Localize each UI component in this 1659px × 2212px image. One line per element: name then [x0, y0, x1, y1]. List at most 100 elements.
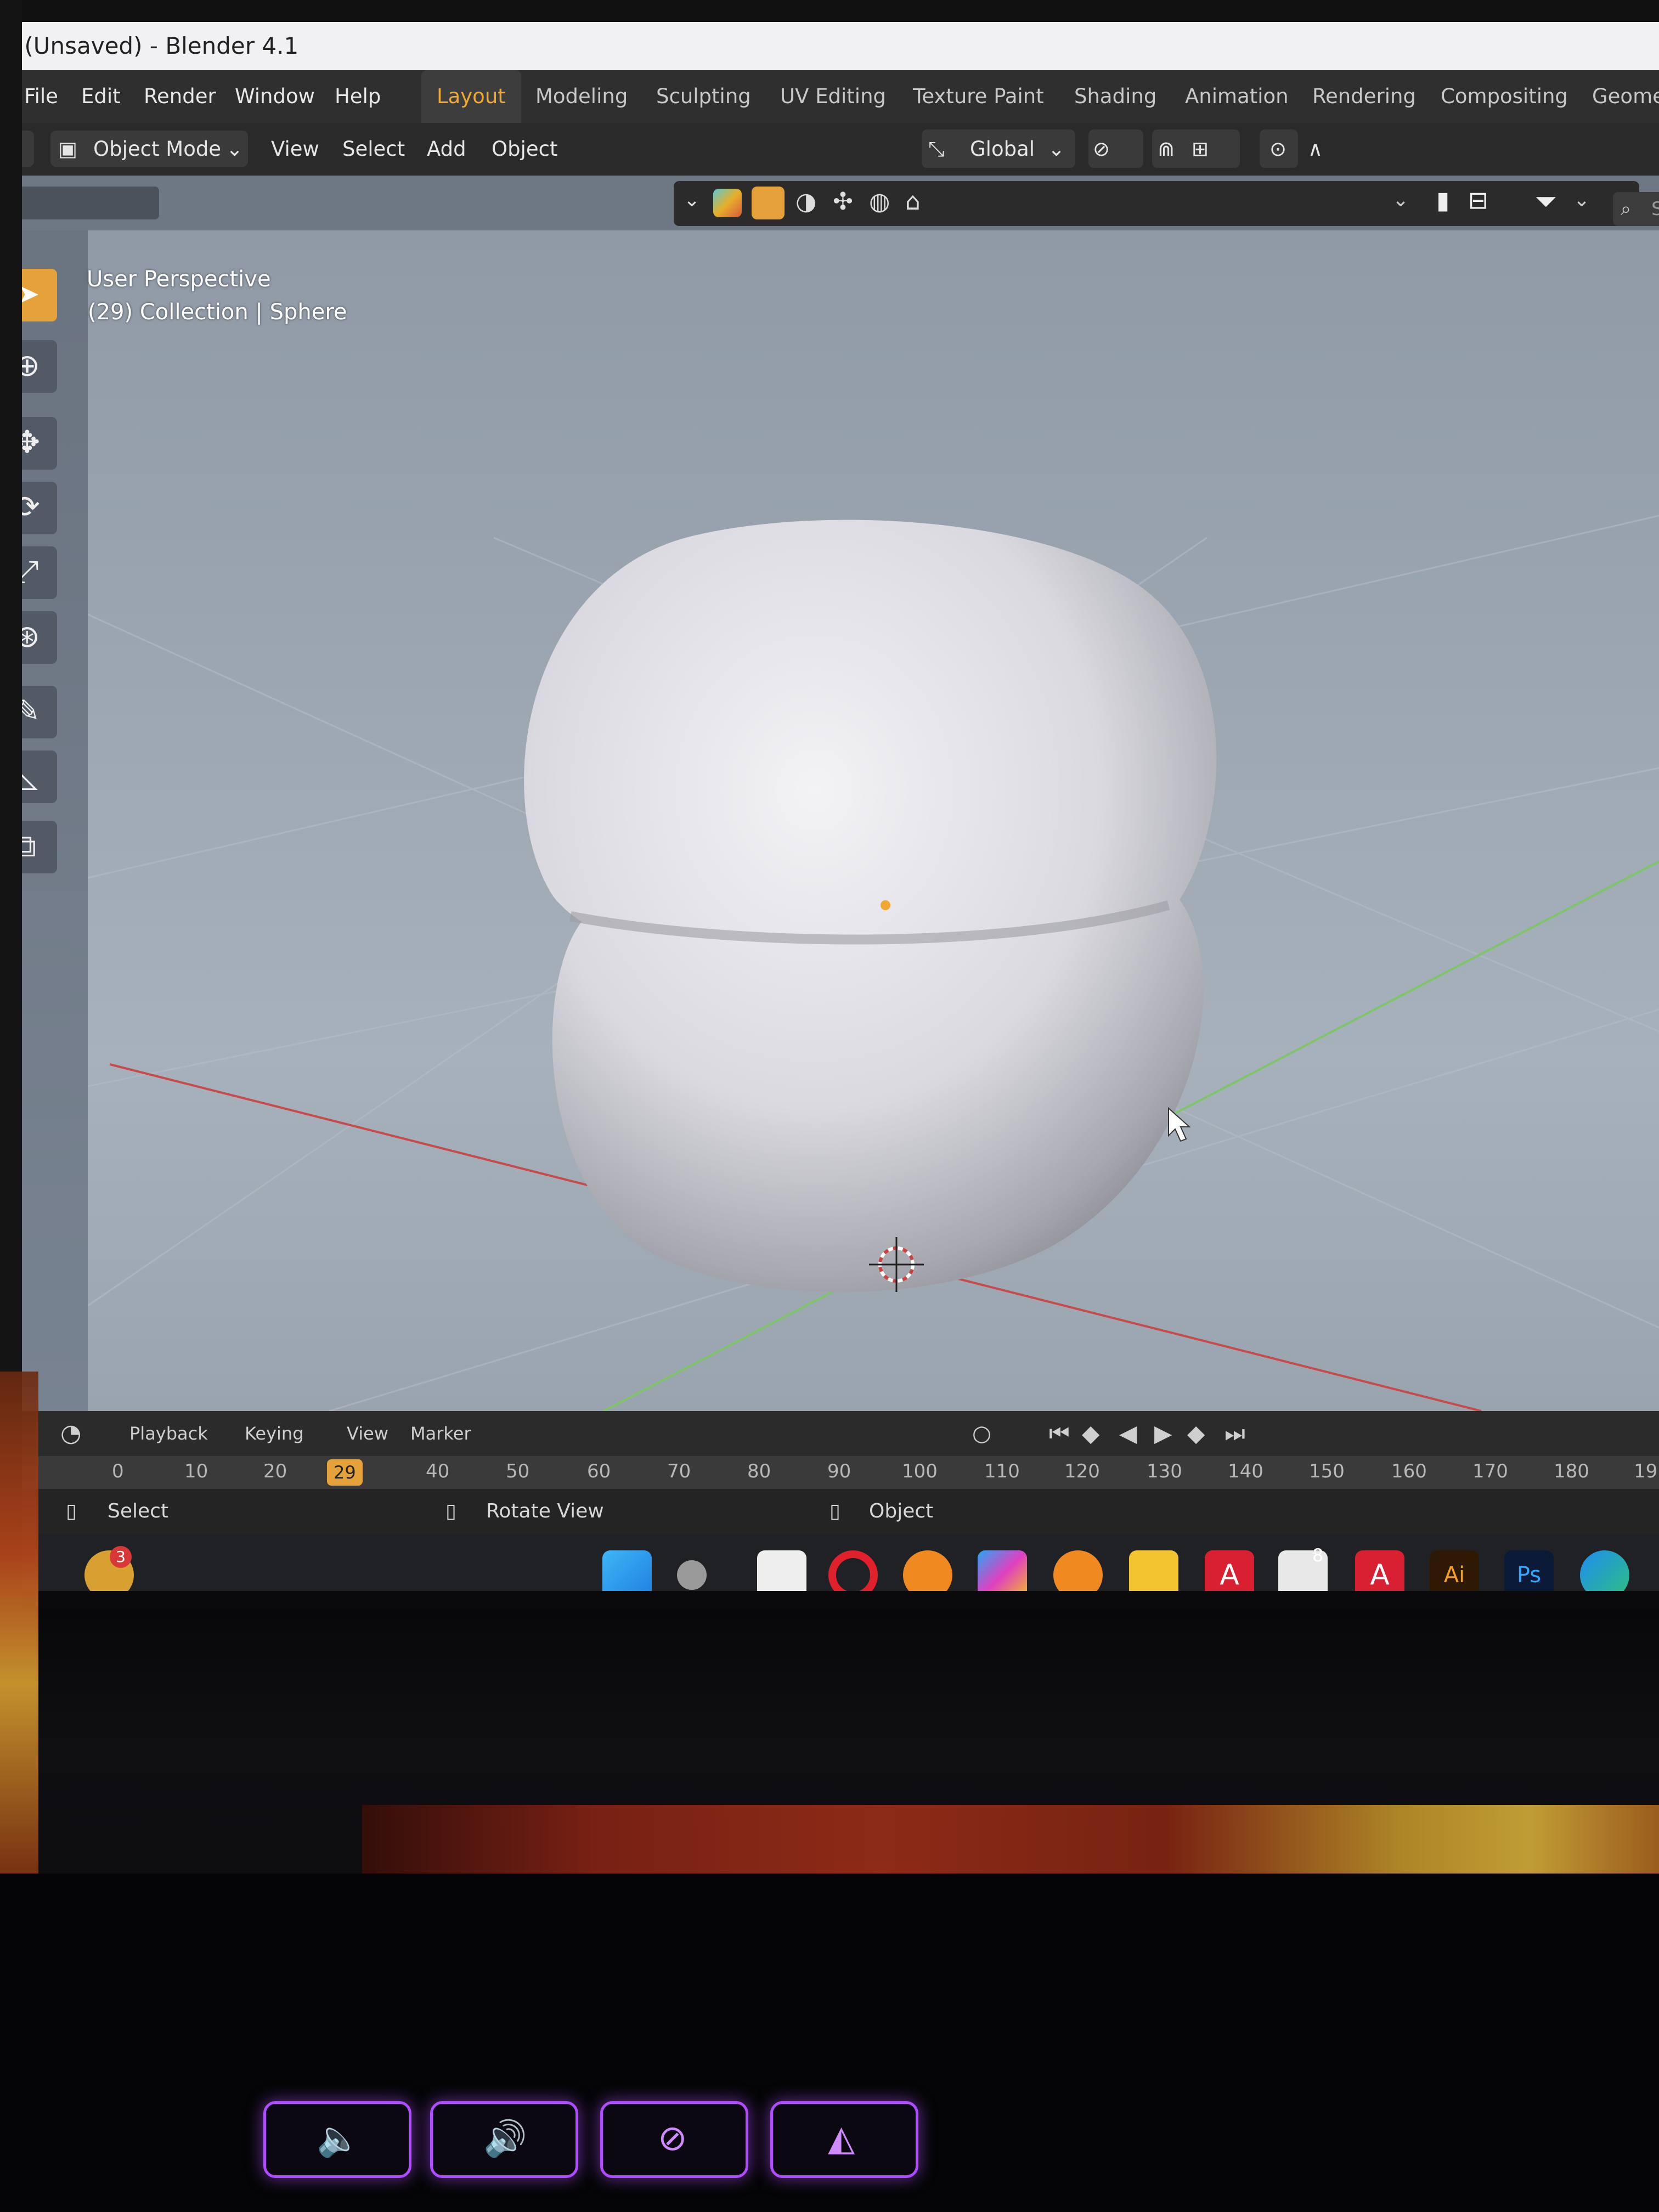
frame-tick: 40 [426, 1460, 450, 1482]
timeline-menu-keying[interactable]: Keying [245, 1411, 304, 1456]
frame-tick: 110 [984, 1460, 1020, 1482]
search-chevron-icon[interactable]: ⌄ [1392, 189, 1409, 211]
header-menu-select[interactable]: Select [342, 123, 405, 176]
search-icon[interactable] [677, 1560, 707, 1590]
blender-icon[interactable] [903, 1550, 952, 1591]
display-mode-icon[interactable]: ⊟ [1468, 187, 1488, 215]
tab-rendering[interactable]: Rendering [1312, 70, 1416, 123]
volume-low-icon: 🔈 [317, 2119, 360, 2159]
frame-tick: 90 [827, 1460, 851, 1482]
notification-badge: 3 [110, 1546, 132, 1568]
timeline-menu-view[interactable]: View [347, 1411, 388, 1456]
frame-tick: 50 [506, 1460, 530, 1482]
tab-animation[interactable]: Animation [1185, 70, 1289, 123]
illustrator-icon[interactable]: Ai [1430, 1550, 1479, 1591]
header-menu-add[interactable]: Add [427, 123, 466, 176]
frame-tick: 170 [1472, 1460, 1508, 1482]
proportional-editing-icon: ⊙ [1269, 137, 1287, 161]
play-reverse-icon[interactable]: ◀ [1119, 1411, 1137, 1456]
object-origin-dot [881, 900, 890, 910]
frame-tick: 160 [1391, 1460, 1427, 1482]
frame-tick: 120 [1064, 1460, 1100, 1482]
windows-taskbar: 3 A 8 A Ai Ps [0, 1534, 1659, 1591]
tab-layout[interactable]: Layout [421, 70, 521, 123]
overlays-icon[interactable]: ⌂ [905, 188, 921, 216]
snap-increment-icon: ⊞ [1192, 137, 1209, 161]
menu-help[interactable]: Help [335, 70, 381, 123]
filter-dropdown-chevron-icon[interactable]: ⌄ [1573, 189, 1590, 211]
menu-edit[interactable]: Edit [81, 70, 121, 123]
menu-file[interactable]: File [24, 70, 58, 123]
file-explorer-icon[interactable] [1129, 1550, 1178, 1591]
mouse-left-icon: ▯ [66, 1500, 77, 1522]
sphere-mesh[interactable] [524, 520, 1217, 1293]
timeline-header: ◔ Playback Keying View Marker ○ ⏮ ◆ ◀ ▶ … [0, 1411, 1659, 1456]
shading-material-icon[interactable]: ✣ [833, 188, 853, 216]
tab-geometry-nodes[interactable]: Geomet [1592, 70, 1659, 123]
frame-tick: 20 [263, 1460, 287, 1482]
photo-frame: * (Unsaved) - Blender 4.1 ◐ File Edit Re… [0, 0, 1659, 2212]
volume-high-icon: 🔊 [483, 2119, 527, 2159]
mode-chevron-down-icon: ⌄ [226, 137, 244, 161]
3d-viewport[interactable]: ➤ ⊕ ✥ ⟳ ⤢ ⊛ ✎ ◺ ⧉ User Perspective (29) … [0, 230, 1659, 1411]
collection-object-label: (29) Collection | Sphere [88, 300, 347, 325]
menu-render[interactable]: Render [144, 70, 216, 123]
frame-tick: 60 [587, 1460, 611, 1482]
autocad-icon[interactable]: A [1355, 1550, 1404, 1591]
viewport-scene [87, 515, 1659, 1411]
tab-shading[interactable]: Shading [1074, 70, 1156, 123]
frame-tick: 140 [1228, 1460, 1263, 1482]
windows-start-icon[interactable] [602, 1550, 652, 1591]
mic-mute-key: ⊘ [600, 2101, 748, 2178]
current-frame-indicator[interactable]: 29 [327, 1459, 363, 1486]
screen-bezel-top [0, 0, 1659, 22]
mouse-middle-icon: ▯ [445, 1500, 456, 1522]
bookmark-icon[interactable]: ▮ [1436, 187, 1449, 215]
tab-texture-paint[interactable]: Texture Paint [913, 70, 1044, 123]
proportional-falloff-icon[interactable]: ∧ [1308, 123, 1323, 176]
jump-prev-keyframe-icon[interactable]: ◆ [1082, 1411, 1099, 1456]
status-rotate-view: Rotate View [486, 1500, 604, 1522]
opera-icon[interactable] [828, 1550, 878, 1591]
blender-window: * (Unsaved) - Blender 4.1 ◐ File Edit Re… [0, 22, 1659, 1591]
object-mode-icon: ▣ [58, 137, 77, 161]
play-icon[interactable]: ▶ [1154, 1411, 1172, 1456]
jump-to-end-icon[interactable]: ⏭ [1224, 1411, 1245, 1456]
task-view-icon[interactable] [757, 1550, 806, 1591]
filter-funnel-icon[interactable]: ⏷ [1535, 185, 1557, 218]
volume-down-key: 🔈 [263, 2101, 411, 2178]
pivot-icon: ⊘ [1093, 137, 1110, 161]
header-menu-view[interactable]: View [271, 123, 319, 176]
frame-tick: 10 [184, 1460, 208, 1482]
header-menu-object[interactable]: Object [492, 123, 558, 176]
object-type-visibility-icon[interactable] [713, 189, 742, 217]
jump-next-keyframe-icon[interactable]: ◆ [1187, 1411, 1205, 1456]
copilot-icon[interactable] [978, 1550, 1027, 1591]
frame-tick: 70 [667, 1460, 691, 1482]
selection-mode-icons[interactable] [0, 187, 159, 219]
edge-icon[interactable] [1580, 1550, 1629, 1591]
tab-modeling[interactable]: Modeling [535, 70, 628, 123]
object-mode-label: Object Mode [93, 137, 222, 161]
photoshop-icon[interactable]: Ps [1504, 1550, 1554, 1591]
blender-icon[interactable] [1053, 1550, 1103, 1591]
viewport-shading-solid-button[interactable] [752, 187, 785, 219]
outliner-search-input[interactable]: ⌕ Search [1613, 192, 1659, 226]
shading-rendered-icon[interactable]: ◍ [869, 188, 890, 216]
auto-keying-record-icon[interactable]: ○ [972, 1411, 991, 1456]
tab-sculpting[interactable]: Sculpting [656, 70, 751, 123]
timeline-menu-marker[interactable]: Marker [410, 1411, 471, 1456]
filter-chevron-icon[interactable]: ⌄ [684, 189, 700, 211]
menu-window[interactable]: Window [235, 70, 315, 123]
shading-wireframe-icon[interactable]: ◑ [795, 188, 816, 216]
tab-compositing[interactable]: Compositing [1441, 70, 1568, 123]
search-placeholder: Search [1651, 198, 1659, 220]
timeline-menu-playback[interactable]: Playback [129, 1411, 208, 1456]
jump-to-start-icon[interactable]: ⏮ [1049, 1411, 1070, 1456]
timeline-ruler[interactable]: 0 10 20 29 40 50 60 70 80 90 100 110 120… [0, 1456, 1659, 1489]
status-bar: ▯ Select ▯ Rotate View ▯ Object [0, 1489, 1659, 1534]
autocad-icon[interactable]: A [1205, 1550, 1254, 1591]
timeline-editor-icon[interactable]: ◔ [60, 1411, 81, 1456]
tab-uv-editing[interactable]: UV Editing [780, 70, 886, 123]
status-object: Object [869, 1500, 934, 1522]
